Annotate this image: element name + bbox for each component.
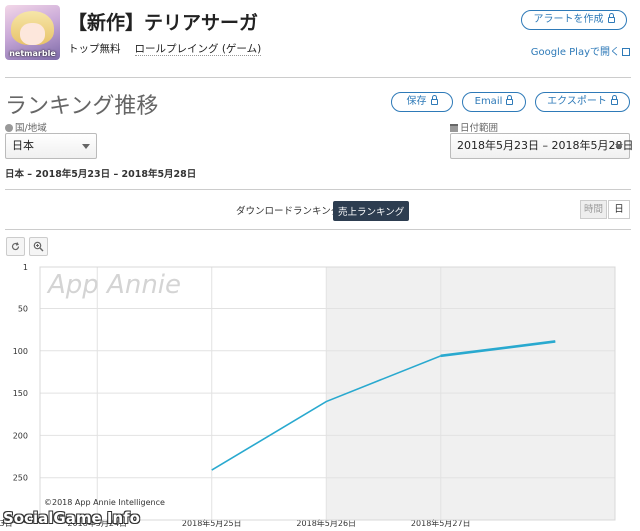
- save-label: 保存: [406, 96, 427, 107]
- create-alert-button[interactable]: アラートを作成: [521, 10, 627, 30]
- country-value: 日本: [12, 139, 34, 152]
- globe-icon: [5, 124, 13, 132]
- zoom-button[interactable]: [29, 237, 48, 256]
- y-tick-label: 50: [18, 304, 28, 313]
- y-tick-label: 100: [13, 347, 28, 356]
- google-play-label: Google Playで開く: [530, 47, 620, 58]
- socialgame-info-logo: SocialGame Info: [3, 509, 140, 527]
- export-label: エクスポート: [547, 96, 607, 107]
- reset-zoom-button[interactable]: [6, 237, 25, 256]
- daily-toggle[interactable]: 日: [608, 200, 630, 219]
- lock-icon: [506, 95, 514, 105]
- country-select[interactable]: 日本: [5, 133, 97, 159]
- hourly-toggle[interactable]: 時間: [580, 200, 607, 219]
- app-meta: トップ無料 ロールプレイング (ゲーム): [68, 41, 262, 56]
- date-range-label: 日付範囲: [450, 120, 498, 134]
- y-tick-label: 200: [13, 431, 28, 440]
- y-tick-label: 1: [23, 263, 28, 272]
- country-label: 国/地域: [5, 120, 47, 134]
- header-divider: [5, 77, 631, 78]
- y-tick-label: 250: [13, 474, 28, 483]
- genre-label[interactable]: ロールプレイング (ゲーム): [134, 43, 262, 56]
- y-tick-label: 150: [13, 389, 28, 398]
- app-icon: netmarble: [5, 5, 60, 60]
- lock-icon: [610, 95, 618, 105]
- reset-icon: [11, 242, 20, 251]
- google-play-link[interactable]: Google Playで開く: [531, 43, 630, 58]
- date-range-value: 2018年5月23日 – 2018年5月28日: [457, 139, 634, 152]
- export-button[interactable]: エクスポート: [535, 92, 630, 112]
- filter-divider: [5, 189, 631, 190]
- lock-icon: [430, 95, 438, 105]
- sales-ranking-tab[interactable]: 売上ランキング: [333, 201, 410, 221]
- app-title: 【新作】テリアサーガ: [68, 12, 259, 34]
- zoom-icon: [33, 241, 44, 252]
- price-label: トップ無料: [68, 43, 121, 55]
- copyright-text: ©2018 App Annie Intelligence: [44, 498, 165, 507]
- lock-icon: [607, 13, 615, 23]
- email-label: Email: [474, 96, 503, 107]
- app-icon-brand: netmarble: [9, 49, 56, 58]
- downloads-ranking-tab[interactable]: ダウンロードランキング: [236, 203, 340, 217]
- email-button[interactable]: Email: [462, 92, 526, 112]
- app-annie-watermark: App Annie: [48, 270, 182, 300]
- create-alert-label: アラートを作成: [533, 14, 604, 25]
- section-title: ランキング推移: [5, 94, 159, 119]
- chevron-down-icon: [82, 144, 90, 149]
- chevron-down-icon: [615, 144, 623, 149]
- save-button[interactable]: 保存: [391, 92, 453, 112]
- calendar-icon: [450, 124, 458, 132]
- external-link-icon: [622, 48, 630, 56]
- range-caption: 日本 – 2018年5月23日 – 2018年5月28日: [5, 169, 197, 180]
- date-range-select[interactable]: 2018年5月23日 – 2018年5月28日: [450, 133, 634, 159]
- toolbar-divider: [5, 229, 631, 230]
